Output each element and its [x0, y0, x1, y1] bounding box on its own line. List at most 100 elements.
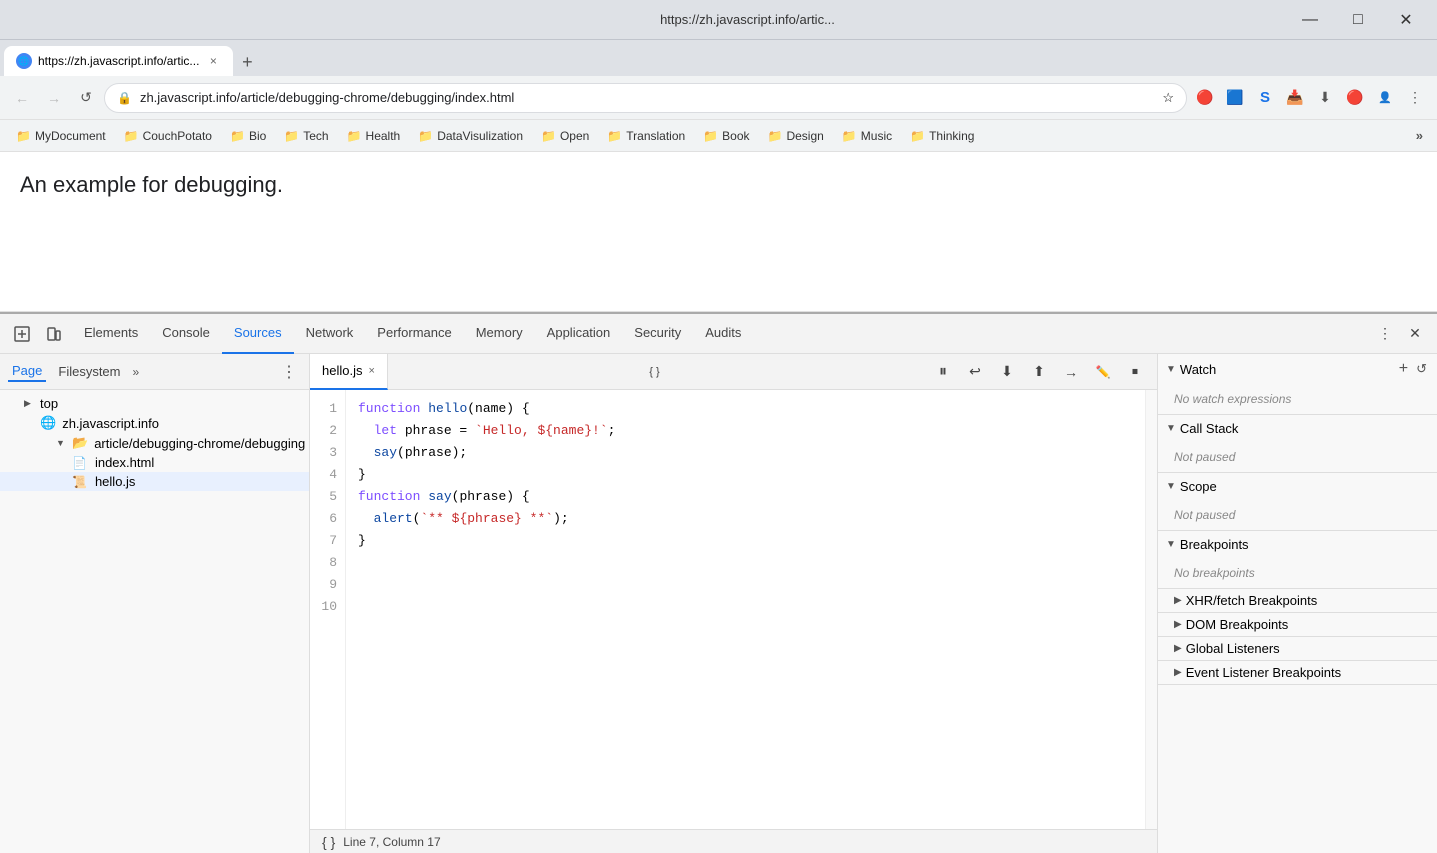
- callstack-header[interactable]: ▼ Call Stack: [1158, 415, 1437, 442]
- xhr-breakpoints-section: ▶ XHR/fetch Breakpoints: [1158, 589, 1437, 613]
- devtools-more-button[interactable]: ⋮: [1371, 320, 1399, 348]
- code-tab-hellojs[interactable]: hello.js ×: [310, 354, 388, 390]
- ext-btn-2[interactable]: 🟦: [1221, 84, 1249, 112]
- folder-icon: 📁: [607, 129, 622, 143]
- bookmark-couchpotato[interactable]: 📁 CouchPotato: [116, 125, 220, 147]
- filetree-more-button[interactable]: »: [133, 365, 140, 379]
- devtools-right-icons: ⋮ ✕: [1371, 320, 1429, 348]
- devtools-inspect-button[interactable]: [8, 320, 36, 348]
- bookmark-label: MyDocument: [35, 129, 106, 143]
- bookmark-book[interactable]: 📁 Book: [695, 125, 757, 147]
- tree-item-hellojs[interactable]: 📜 hello.js: [0, 472, 309, 491]
- breakpoints-header[interactable]: ▼ Breakpoints: [1158, 531, 1437, 558]
- watch-refresh-button[interactable]: ↺: [1414, 361, 1429, 377]
- menu-button[interactable]: ⋮: [1401, 84, 1429, 112]
- bookmark-music[interactable]: 📁 Music: [834, 125, 900, 147]
- tab-performance[interactable]: Performance: [365, 314, 463, 354]
- line-numbers: 1 2 3 4 5 6 7 8 9 10: [310, 390, 346, 829]
- bookmark-mydocument[interactable]: 📁 MyDocument: [8, 125, 114, 147]
- step-into-button[interactable]: ⬇: [993, 358, 1021, 386]
- xhr-breakpoints-header[interactable]: ▶ XHR/fetch Breakpoints: [1158, 589, 1437, 612]
- address-bar: ← → ↺ 🔒 zh.javascript.info/article/debug…: [0, 76, 1437, 120]
- global-listeners-title: Global Listeners: [1186, 641, 1429, 656]
- bookmark-bio[interactable]: 📁 Bio: [222, 125, 274, 147]
- bookmark-translation[interactable]: 📁 Translation: [599, 125, 693, 147]
- window-controls: — □ ✕: [1287, 4, 1429, 36]
- folder-icon: 📁: [347, 129, 362, 143]
- close-button[interactable]: ✕: [1383, 4, 1429, 36]
- bookmark-open[interactable]: 📁 Open: [533, 125, 597, 147]
- folder-icon: 📁: [541, 129, 556, 143]
- code-tab-label: hello.js: [322, 363, 362, 378]
- breakpoints-title: Breakpoints: [1180, 537, 1429, 552]
- bookmark-label: DataVisulization: [437, 129, 523, 143]
- ext-btn-6[interactable]: 🔴: [1341, 84, 1369, 112]
- new-tab-button[interactable]: +: [233, 48, 261, 76]
- ext-btn-5[interactable]: ⬇: [1311, 84, 1339, 112]
- bookmarks-more-button[interactable]: »: [1410, 124, 1429, 147]
- code-area[interactable]: 1 2 3 4 5 6 7 8 9 10 function hello(name…: [310, 390, 1157, 829]
- ext-btn-1[interactable]: 🔴: [1191, 84, 1219, 112]
- curly-braces-icon[interactable]: { }: [322, 834, 335, 850]
- tab-close-button[interactable]: ×: [205, 53, 221, 69]
- step-button[interactable]: →: [1057, 358, 1085, 386]
- bookmark-datavis[interactable]: 📁 DataVisulization: [410, 125, 531, 147]
- minimize-button[interactable]: —: [1287, 4, 1333, 36]
- bookmark-thinking[interactable]: 📁 Thinking: [902, 125, 982, 147]
- refresh-button[interactable]: ↺: [72, 84, 100, 112]
- global-listeners-header[interactable]: ▶ Global Listeners: [1158, 637, 1437, 660]
- star-icon[interactable]: ☆: [1162, 90, 1174, 106]
- code-content[interactable]: function hello(name) { let phrase = `Hel…: [346, 390, 1145, 829]
- code-scrollbar[interactable]: [1145, 390, 1157, 829]
- maximize-button[interactable]: □: [1335, 4, 1381, 36]
- tab-sources[interactable]: Sources: [222, 314, 294, 354]
- step-over-button[interactable]: ↩: [961, 358, 989, 386]
- bookmark-design[interactable]: 📁 Design: [760, 125, 832, 147]
- back-button[interactable]: ←: [8, 84, 36, 112]
- tab-console[interactable]: Console: [150, 314, 222, 354]
- tab-memory[interactable]: Memory: [464, 314, 535, 354]
- async-toggle-button[interactable]: ⏹: [1121, 358, 1149, 386]
- tab-elements[interactable]: Elements: [72, 314, 150, 354]
- watch-add-button[interactable]: +: [1397, 360, 1410, 378]
- tab-application[interactable]: Application: [535, 314, 623, 354]
- pause-button[interactable]: ⏸: [929, 358, 957, 386]
- ext-btn-4[interactable]: 📥: [1281, 84, 1309, 112]
- bookmark-health[interactable]: 📁 Health: [339, 125, 409, 147]
- ext-btn-s[interactable]: S: [1251, 84, 1279, 112]
- scope-header[interactable]: ▼ Scope: [1158, 473, 1437, 500]
- tree-item-folder[interactable]: ▼ 📂 article/debugging-chrome/debugging: [0, 433, 309, 453]
- devtools-device-button[interactable]: [40, 320, 68, 348]
- event-breakpoints-header[interactable]: ▶ Event Listener Breakpoints: [1158, 661, 1437, 684]
- filetree-actions: ⋮: [277, 362, 301, 382]
- filetree-menu-button[interactable]: ⋮: [277, 362, 301, 382]
- bookmark-tech[interactable]: 📁 Tech: [276, 125, 336, 147]
- tab-audits[interactable]: Audits: [693, 314, 753, 354]
- deactivate-breakpoints-button[interactable]: ✏️: [1089, 358, 1117, 386]
- devtools-body: Page Filesystem » ⋮ ▶ top 🌐: [0, 354, 1437, 853]
- tab-network[interactable]: Network: [294, 314, 366, 354]
- breakpoints-section: ▼ Breakpoints No breakpoints: [1158, 531, 1437, 589]
- tree-item-indexhtml[interactable]: 📄 index.html: [0, 453, 309, 472]
- forward-button[interactable]: →: [40, 84, 68, 112]
- filetree-tab-filesystem[interactable]: Filesystem: [54, 362, 124, 381]
- devtools-close-button[interactable]: ✕: [1401, 320, 1429, 348]
- global-listeners-section: ▶ Global Listeners: [1158, 637, 1437, 661]
- step-out-button[interactable]: ⬆: [1025, 358, 1053, 386]
- folder-icon: 📁: [284, 129, 299, 143]
- tree-item-top[interactable]: ▶ top: [0, 394, 309, 413]
- watch-arrow: ▼: [1166, 364, 1176, 375]
- filetree-tab-page[interactable]: Page: [8, 361, 46, 382]
- watch-header[interactable]: ▼ Watch + ↺: [1158, 354, 1437, 384]
- file-icon: 📄: [72, 456, 87, 470]
- browser-tab[interactable]: 🌐 https://zh.javascript.info/artic... ×: [4, 46, 233, 76]
- format-toggle-button[interactable]: { }: [640, 358, 668, 386]
- watch-title: Watch: [1180, 362, 1393, 377]
- dom-breakpoints-header[interactable]: ▶ DOM Breakpoints: [1158, 613, 1437, 636]
- tree-item-domain[interactable]: 🌐 zh.javascript.info: [0, 413, 309, 433]
- url-bar[interactable]: 🔒 zh.javascript.info/article/debugging-c…: [104, 83, 1187, 113]
- code-tab-close-button[interactable]: ×: [368, 365, 374, 377]
- tab-security[interactable]: Security: [622, 314, 693, 354]
- profile-btn[interactable]: 👤: [1371, 84, 1399, 112]
- folder-icon: 📁: [16, 129, 31, 143]
